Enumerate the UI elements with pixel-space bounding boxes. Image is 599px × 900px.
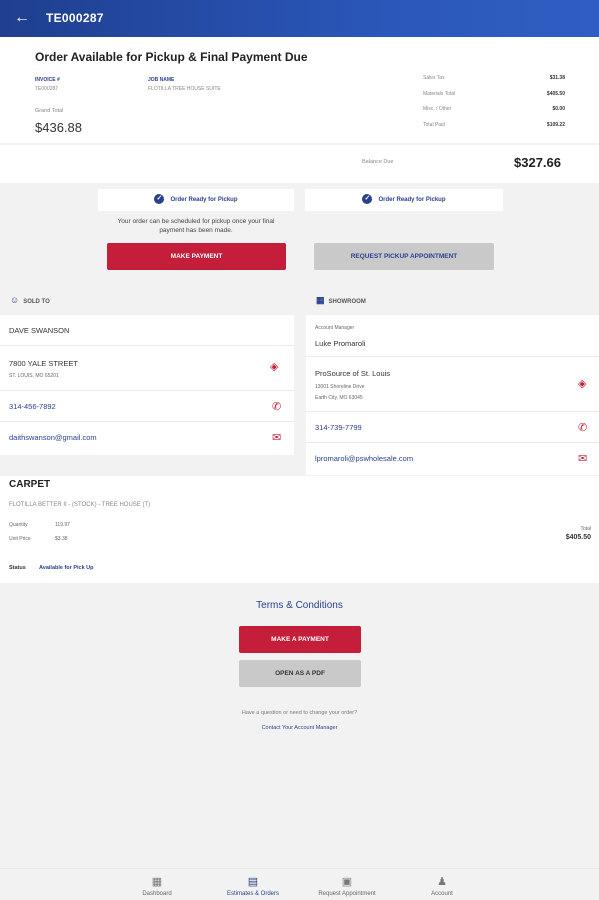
storefront-icon: ▦ <box>316 295 325 305</box>
dashboard-icon: ▦ <box>151 876 163 888</box>
store-email[interactable]: lpromaroli@pswholesale.com <box>315 454 413 463</box>
pickup-message: Your order can be scheduled for pickup o… <box>117 218 275 234</box>
status-label: Status <box>9 565 26 571</box>
order-ready-pill-right: ✓ Order Ready for Pickup <box>305 189 503 211</box>
showroom-phone-row[interactable]: 314-739-7799 ✆ <box>306 412 599 443</box>
store-city: Earth City, MO 63045 <box>315 395 363 401</box>
totals-row: Sales Tax $31.38 <box>423 75 565 81</box>
check-circle-icon: ✓ <box>362 194 373 205</box>
document-icon: ▤ <box>247 876 259 888</box>
job-value: FLOTILLA TREE HOUSE SUITE <box>148 86 221 92</box>
directions-icon[interactable]: ◈ <box>270 360 278 373</box>
store-name: ProSource of St. Louis <box>315 369 391 378</box>
product-total-label: Total <box>580 526 591 532</box>
unit-price-label: Unit Price <box>9 536 31 542</box>
totals-row: Total Paid $109.22 <box>423 121 565 128</box>
totals-row: Materials Total $405.50 <box>423 90 565 97</box>
open-pdf-button[interactable]: OPEN AS A PDF <box>239 660 361 687</box>
grand-total-label: Grand Total <box>35 108 64 114</box>
store-street: 13001 Shoreline Drive <box>315 384 365 390</box>
product-card: CARPET FLOTILLA BETTER II - (STOCK) - TR… <box>0 476 599 583</box>
mail-icon[interactable]: ✉ <box>578 452 587 465</box>
nav-account[interactable]: ♟ Account <box>412 875 472 897</box>
balance-due-card: Balance Due $327.66 <box>0 145 599 183</box>
balance-value: $327.66 <box>514 155 561 170</box>
showroom-email-row[interactable]: lpromaroli@pswholesale.com ✉ <box>306 443 599 475</box>
order-heading: Order Available for Pickup & Final Payme… <box>35 50 308 64</box>
sold-to-header: ☺ SOLD TO <box>10 295 50 305</box>
totals-list: Sales Tax $31.38 Materials Total $405.50… <box>423 75 565 137</box>
person-circle-icon: ☺ <box>10 295 20 305</box>
nav-request-appointment[interactable]: ▣ Request Appointment <box>308 875 386 897</box>
back-arrow-icon[interactable]: ← <box>12 8 32 28</box>
totals-row: Misc. / Other $0.00 <box>423 106 565 112</box>
customer-name: DAVE SWANSON <box>9 326 70 335</box>
mail-icon[interactable]: ✉ <box>272 431 281 444</box>
sold-to-name-row: DAVE SWANSON <box>0 315 294 346</box>
order-summary-card: Order Available for Pickup & Final Payme… <box>0 37 599 143</box>
sold-to-address-row[interactable]: 7800 YALE STREET ST. LOUIS, MO 65201 ◈ <box>0 346 294 391</box>
bottom-nav: ▦ Dashboard ▤ Estimates & Orders ▣ Request … <box>0 868 599 900</box>
person-icon: ♟ <box>437 876 447 888</box>
product-category: CARPET <box>9 479 51 490</box>
check-circle-icon: ✓ <box>154 194 165 205</box>
request-pickup-button[interactable]: REQUEST PICKUP APPOINTMENT <box>314 243 494 270</box>
page-title: TE000287 <box>46 11 104 25</box>
product-description: FLOTILLA BETTER II - (STOCK) - TREE HOUS… <box>9 502 151 508</box>
product-total-value: $405.50 <box>565 534 591 541</box>
nav-estimates-orders[interactable]: ▤ Estimates & Orders <box>214 875 292 897</box>
job-label: JOB NAME <box>148 77 175 83</box>
store-phone[interactable]: 314-739-7799 <box>315 423 362 432</box>
order-ready-pill-left: ✓ Order Ready for Pickup <box>98 189 294 211</box>
invoice-label: INVOICE # <box>35 77 60 83</box>
question-text: Have a question or need to change your o… <box>241 710 358 716</box>
showroom-header: ▦ SHOWROOM <box>316 295 366 305</box>
customer-phone[interactable]: 314-456-7892 <box>9 402 56 411</box>
terms-link[interactable]: Terms & Conditions <box>0 600 599 611</box>
quantity-value: 119.97 <box>55 522 70 528</box>
showroom-manager-row: Account Manager Luke Promaroli <box>306 315 599 357</box>
sold-to-phone-row[interactable]: 314-456-7892 ✆ <box>0 391 294 422</box>
sold-to-email-row[interactable]: daithswanson@gmail.com ✉ <box>0 422 294 453</box>
phone-icon[interactable]: ✆ <box>272 400 281 413</box>
manager-name: Luke Promaroli <box>315 339 366 348</box>
balance-label: Balance Due <box>362 159 394 165</box>
unit-price-value: $3.38 <box>55 536 68 542</box>
phone-icon[interactable]: ✆ <box>578 421 587 434</box>
sold-to-card: DAVE SWANSON 7800 YALE STREET ST. LOUIS,… <box>0 315 294 455</box>
invoice-value: TE000287 <box>35 86 59 92</box>
quantity-label: Quantity <box>9 522 28 528</box>
customer-city: ST. LOUIS, MO 65201 <box>9 373 59 379</box>
manager-label: Account Manager <box>315 325 355 331</box>
showroom-card: Account Manager Luke Promaroli ProSource… <box>306 315 599 475</box>
app-header: ← TE000287 <box>0 0 599 37</box>
make-payment-button[interactable]: MAKE PAYMENT <box>107 243 286 270</box>
status-value: Available for Pick Up <box>39 565 94 571</box>
contact-manager-link[interactable]: Contact Your Account Manager <box>0 725 599 731</box>
showroom-address-row[interactable]: ProSource of St. Louis 13001 Shoreline D… <box>306 357 599 412</box>
directions-icon[interactable]: ◈ <box>578 377 586 390</box>
calendar-icon: ▣ <box>341 876 353 888</box>
customer-street: 7800 YALE STREET <box>9 359 78 368</box>
make-a-payment-button[interactable]: MAKE A PAYMENT <box>239 626 361 653</box>
grand-total-value: $436.88 <box>35 120 82 135</box>
nav-dashboard[interactable]: ▦ Dashboard <box>127 875 187 897</box>
customer-email[interactable]: daithswanson@gmail.com <box>9 433 97 442</box>
